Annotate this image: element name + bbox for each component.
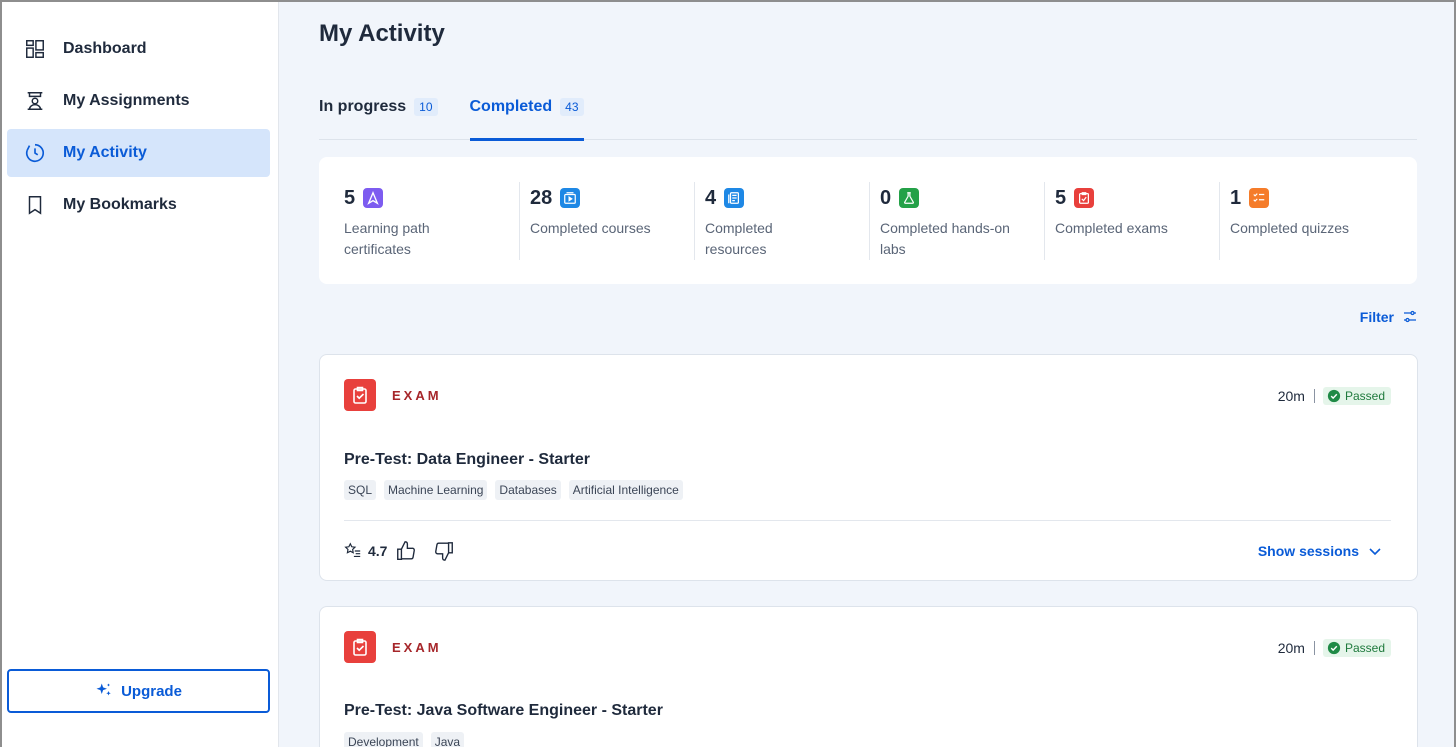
assignments-icon xyxy=(23,89,47,113)
sidebar-item-label: My Bookmarks xyxy=(63,196,177,213)
stat-label: Completed courses xyxy=(530,220,651,236)
stat-label: Completed quizzes xyxy=(1230,220,1350,236)
divider xyxy=(1313,389,1315,403)
tab-label: In progress xyxy=(319,98,407,115)
course-icon xyxy=(560,188,581,208)
status-label: Passed xyxy=(1344,641,1385,655)
sidebar-item-my-bookmarks[interactable]: My Bookmarks xyxy=(7,181,270,229)
rating-value: 4.7 xyxy=(368,543,388,559)
stats-summary: 5 Learning path certificates 28 Complete… xyxy=(319,157,1417,284)
star-rating-icon xyxy=(344,542,361,557)
card-type: EXAM xyxy=(344,631,442,663)
quiz-icon xyxy=(1249,188,1270,208)
stat-courses: 28 Completed courses xyxy=(519,182,694,260)
exam-icon xyxy=(344,379,376,411)
check-circle-icon xyxy=(1327,389,1341,403)
status-label: Passed xyxy=(1344,389,1385,403)
tab-in-progress[interactable]: In progress 10 xyxy=(319,84,438,140)
stat-value: 1 xyxy=(1230,186,1242,209)
tag: Development xyxy=(344,732,423,747)
sidebar: Dashboard My Assignments My Activity My … xyxy=(2,2,279,747)
exam-icon xyxy=(1074,188,1095,208)
show-sessions-button[interactable]: Show sessions xyxy=(1258,543,1383,559)
app-window: Dashboard My Assignments My Activity My … xyxy=(0,0,1456,747)
main-content: My Activity In progress 10 Completed 43 … xyxy=(279,2,1454,747)
duration: 20m xyxy=(1277,640,1305,656)
divider xyxy=(1313,641,1315,655)
card-type: EXAM xyxy=(344,379,442,411)
card-meta: 20m Passed xyxy=(1278,639,1391,657)
stat-resources: 4 Completed resources xyxy=(694,182,869,260)
tab-label: Completed xyxy=(469,98,553,115)
stat-value: 0 xyxy=(880,186,892,209)
show-sessions-label: Show sessions xyxy=(1257,543,1359,559)
dashboard-icon xyxy=(23,37,47,61)
tab-count-badge: 10 xyxy=(414,98,438,116)
stat-value: 28 xyxy=(530,186,553,209)
sidebar-item-dashboard[interactable]: Dashboard xyxy=(7,25,270,73)
filter-label: Filter xyxy=(1359,309,1394,325)
chevron-down-icon xyxy=(1369,548,1381,556)
tag-list: SQL Machine Learning Databases Artificia… xyxy=(344,480,691,500)
filter-button[interactable]: Filter xyxy=(1360,309,1418,325)
stat-hands-on-labs: 0 Completed hands-on labs xyxy=(869,182,1044,260)
tab-completed[interactable]: Completed 43 xyxy=(469,84,584,141)
resource-icon xyxy=(724,188,745,208)
activity-card[interactable]: EXAM 20m Passed Pre-Test: Data Engineer … xyxy=(319,354,1418,581)
stat-learning-paths: 5 Learning path certificates xyxy=(344,182,519,260)
stat-exams: 5 Completed exams xyxy=(1044,182,1219,260)
card-type-label: EXAM xyxy=(392,639,442,655)
stat-value: 4 xyxy=(705,186,717,209)
tag: SQL xyxy=(344,480,377,500)
page-title: My Activity xyxy=(319,20,445,47)
check-circle-icon xyxy=(1327,641,1341,655)
lab-icon xyxy=(899,188,920,208)
stat-label: Completed hands-on labs xyxy=(880,220,1010,257)
exam-icon xyxy=(344,631,376,663)
tab-count-badge: 43 xyxy=(560,98,584,116)
sidebar-item-my-activity[interactable]: My Activity xyxy=(7,129,270,177)
card-type-label: EXAM xyxy=(392,387,442,403)
tag: Java xyxy=(430,732,465,747)
card-title[interactable]: Pre-Test: Data Engineer - Starter xyxy=(344,451,590,469)
stat-value: 5 xyxy=(1055,186,1067,209)
sliders-icon xyxy=(1404,310,1416,323)
activity-tabs: In progress 10 Completed 43 xyxy=(319,84,1417,141)
stat-label: Learning path certificates xyxy=(344,220,430,257)
card-title[interactable]: Pre-Test: Java Software Engineer - Start… xyxy=(344,702,663,720)
activity-card[interactable]: EXAM 20m Passed Pre-Test: Java Software … xyxy=(319,606,1418,747)
stat-label: Completed resources xyxy=(705,220,773,257)
tag: Databases xyxy=(495,480,561,500)
status-badge: Passed xyxy=(1322,387,1391,405)
stat-value: 5 xyxy=(344,186,356,209)
thumbs-down-icon[interactable] xyxy=(433,540,455,562)
tag: Machine Learning xyxy=(384,480,488,500)
sidebar-item-my-assignments[interactable]: My Assignments xyxy=(7,77,270,125)
upgrade-button[interactable]: Upgrade xyxy=(7,669,270,713)
tag-list: Development Java xyxy=(344,732,472,747)
activity-icon xyxy=(23,141,47,165)
upgrade-label: Upgrade xyxy=(121,682,182,700)
stat-label: Completed exams xyxy=(1055,220,1168,236)
thumbs-up-icon[interactable] xyxy=(395,540,417,562)
sparkle-icon xyxy=(96,683,111,696)
sidebar-item-label: My Assignments xyxy=(63,92,190,109)
bookmark-icon xyxy=(23,193,47,217)
card-footer: 4.7 Show sessions xyxy=(344,520,1391,581)
stat-quizzes: 1 Completed quizzes xyxy=(1219,182,1394,260)
tag: Artificial Intelligence xyxy=(568,480,683,500)
status-badge: Passed xyxy=(1322,639,1391,657)
rating: 4.7 xyxy=(344,540,471,562)
sidebar-nav: Dashboard My Assignments My Activity My … xyxy=(7,25,270,233)
learning-path-icon xyxy=(363,188,384,208)
sidebar-item-label: Dashboard xyxy=(63,40,147,57)
card-meta: 20m Passed xyxy=(1278,387,1391,405)
sidebar-item-label: My Activity xyxy=(63,144,147,161)
duration: 20m xyxy=(1277,388,1305,404)
